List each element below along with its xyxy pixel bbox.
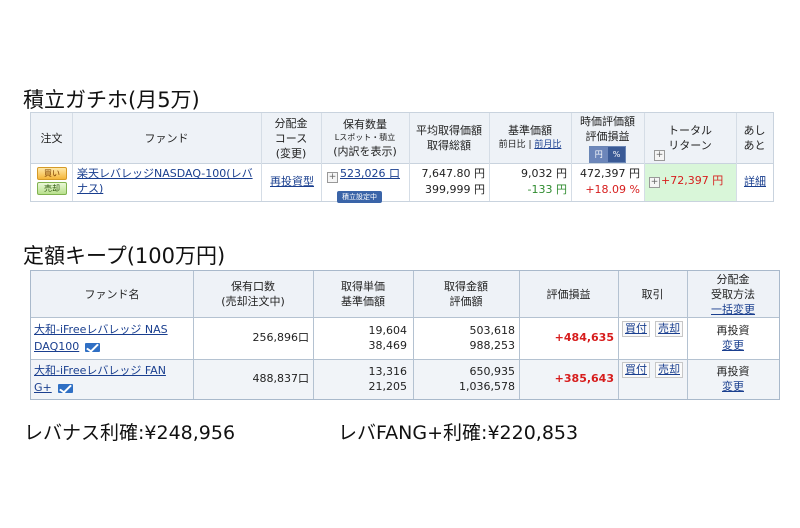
header-dist: 分配金 受取方法 一括変更	[711, 272, 755, 317]
plus-icon[interactable]: +	[654, 150, 665, 161]
base-price: 21,205	[368, 380, 408, 393]
header-fund-name: ファンド名	[84, 287, 140, 301]
header-dist: 分配金 コース (変更)	[274, 116, 308, 160]
fund-name-link: 大和-iFreeレバレッジ NAS	[34, 323, 168, 336]
pnl-pct: +18.09 %	[585, 183, 640, 196]
market-value: 472,397 円	[580, 167, 640, 180]
header-fund: ファンド	[144, 131, 189, 145]
header-trade: 取引	[641, 287, 664, 301]
dist-method: 再投資	[716, 365, 750, 378]
section2-title: 定額キープ(100万円)	[23, 244, 226, 268]
header-holdings: 保有数量 Lスポット・積立 (内訳を表示)	[333, 118, 397, 159]
sell-link[interactable]: 売却	[655, 321, 683, 337]
show-breakdown-link[interactable]: (内訳を表示)	[333, 144, 397, 159]
total-cost: 399,999 円	[425, 183, 485, 196]
pnl: +484,635	[554, 331, 614, 344]
fund-name-link[interactable]: 楽天レバレッジNASDAQ-100(レバナス)	[77, 166, 257, 196]
fang-profit: レバFANG+利確:¥220,853	[338, 422, 579, 444]
cost-unit: 13,316	[368, 365, 408, 378]
header-amount: 取得金額 評価額	[444, 280, 488, 308]
detail-link[interactable]: 詳細	[738, 174, 772, 189]
quantity-link[interactable]: 523,026 口	[340, 166, 408, 181]
toggle-yen[interactable]: 円	[589, 146, 608, 162]
value: 988,253	[469, 339, 516, 352]
base-price: 9,032 円	[521, 167, 567, 180]
fund-name-cell[interactable]: 大和-iFreeレバレッジ NAS DAQ100	[34, 321, 192, 355]
cost-amount: 503,618	[469, 324, 516, 337]
header-history: あし あと	[743, 124, 766, 152]
unit-toggle[interactable]: 円 %	[588, 145, 627, 163]
header-units: 保有口数 (売却注文中)	[221, 280, 285, 308]
header-unit-price: 取得単価 基準価額	[341, 280, 385, 308]
sell-link[interactable]: 売却	[655, 362, 683, 378]
header-value: 時価評価額 評価損益 円 %	[571, 113, 644, 163]
section1-title: 積立ガチホ(月5万)	[23, 88, 200, 112]
header-base-price: 基準価額 前日比 | 前月比	[498, 124, 562, 150]
buy-link[interactable]: 買付	[622, 321, 650, 337]
holdings-table-rakuten: 注文 ファンド 分配金 コース (変更) 保有数量 Lスポット・積立 (内訳を表…	[30, 112, 774, 203]
mail-icon[interactable]	[85, 342, 101, 352]
fund-name-link: 大和-iFreeレバレッジ FAN	[34, 364, 166, 377]
header-pnl: 評価損益	[546, 287, 591, 301]
sell-button[interactable]: 売却	[37, 182, 67, 195]
header-avg-cost: 平均取得価額 取得総額	[416, 124, 482, 152]
bulk-change-link[interactable]: 一括変更	[711, 302, 755, 317]
change-link[interactable]: 変更	[687, 338, 779, 353]
cost-amount: 650,935	[469, 365, 516, 378]
cost-unit: 19,604	[368, 324, 408, 337]
header-order: 注文	[40, 131, 63, 145]
toggle-pct[interactable]: %	[607, 146, 626, 162]
units: 488,837口	[252, 372, 310, 385]
plus-icon[interactable]: +	[649, 177, 660, 188]
units: 256,896口	[252, 331, 310, 344]
base-price: 38,469	[368, 339, 408, 352]
levanas-profit: レバナス利確:¥248,956	[24, 422, 236, 444]
avg-price: 7,647.80 円	[421, 167, 485, 180]
dist-course-link[interactable]: 再投資型	[264, 174, 320, 189]
buy-button[interactable]: 買い	[37, 167, 67, 180]
mail-icon[interactable]	[57, 383, 73, 393]
accumulation-badge: 積立設定中	[337, 184, 382, 203]
buy-link[interactable]: 買付	[622, 362, 650, 378]
holdings-table-daiwa: ファンド名 保有口数 (売却注文中) 取得単価 基準価額 取得金額 評価額 評価…	[30, 270, 780, 400]
dist-method: 再投資	[716, 324, 750, 337]
pnl: +385,643	[554, 372, 614, 385]
total-return-value: +72,397 円	[661, 174, 724, 187]
day-change: -133 円	[527, 183, 567, 196]
fund-name-cell[interactable]: 大和-iFreeレバレッジ FAN G+	[34, 362, 192, 396]
plus-icon[interactable]: +	[327, 172, 338, 183]
change-link[interactable]: 変更	[687, 379, 779, 394]
value: 1,036,578	[459, 380, 515, 393]
prev-month-link[interactable]: 前月比	[534, 140, 561, 150]
